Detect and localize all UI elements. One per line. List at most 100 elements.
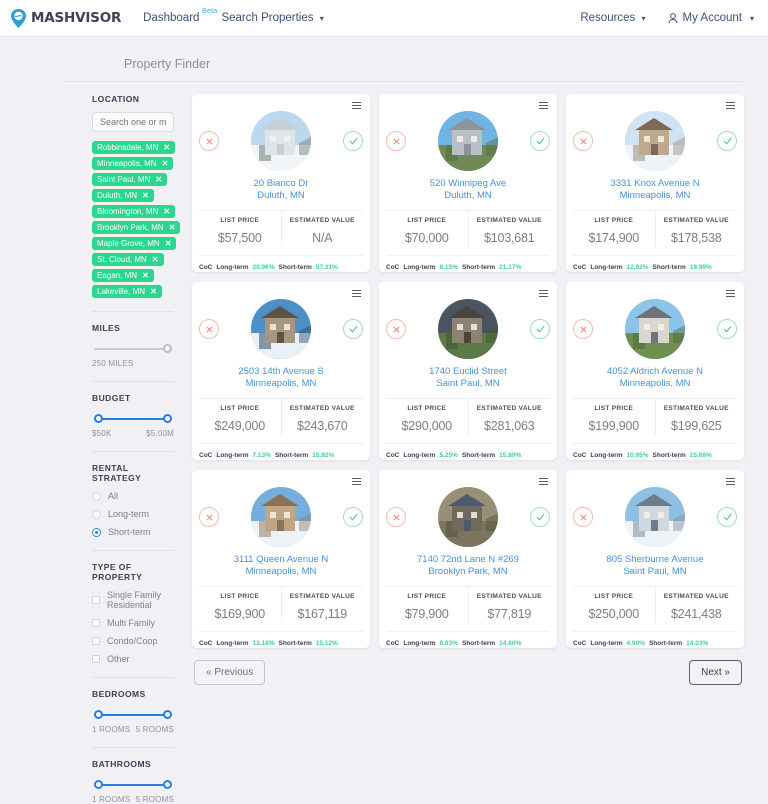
property-address[interactable]: 2503 14th Avenue S Minneapolis, MN	[199, 366, 363, 390]
property-address[interactable]: 805 Sherburne Avenue Saint Paul, MN	[573, 554, 737, 578]
checkbox[interactable]	[92, 619, 100, 627]
location-chip[interactable]: Lakeville, MN ✕	[92, 285, 162, 298]
bedrooms-slider-handle-max[interactable]	[163, 710, 172, 719]
hamburger-menu-icon[interactable]	[539, 290, 548, 299]
property-card[interactable]: 3111 Queen Avenue N Minneapolis, MN LIST P…	[192, 470, 370, 648]
reject-property-button[interactable]	[199, 507, 219, 527]
checkbox[interactable]	[92, 596, 100, 604]
brand-logo[interactable]: MASHVISOR	[10, 8, 121, 28]
nav-item-dashboard[interactable]: Dashboard Beta	[143, 6, 217, 24]
budget-slider-handle-max[interactable]	[163, 414, 172, 423]
property-card[interactable]: 805 Sherburne Avenue Saint Paul, MN LIST P…	[566, 470, 744, 648]
property-address[interactable]: 3331 Knox Avenue N Minneapolis, MN	[573, 178, 737, 202]
budget-slider-handle-min[interactable]	[94, 414, 103, 423]
accept-property-button[interactable]	[343, 507, 363, 527]
location-chip[interactable]: Saint Paul, MN ✕	[92, 173, 168, 186]
checkbox[interactable]	[92, 637, 100, 645]
hamburger-menu-icon[interactable]	[352, 478, 361, 487]
property-address[interactable]: 20 Bianco Dr Duluth, MN	[199, 178, 363, 202]
location-search-input[interactable]	[92, 112, 174, 132]
accept-property-button[interactable]	[343, 319, 363, 339]
location-chip[interactable]: Minneapolis, MN ✕	[92, 157, 174, 170]
hamburger-menu-icon[interactable]	[726, 290, 735, 299]
property-address[interactable]: 4052 Aldrich Avenue N Minneapolis, MN	[573, 366, 737, 390]
radio-button[interactable]	[92, 527, 101, 537]
location-chip[interactable]: St. Cloud, MN ✕	[92, 253, 164, 266]
location-chip[interactable]: Eagan, MN ✕	[92, 269, 154, 282]
property-thumbnail[interactable]	[251, 299, 311, 359]
property-type-option-other[interactable]: Other	[92, 654, 174, 664]
reject-property-button[interactable]	[386, 319, 406, 339]
bathrooms-slider-handle-min[interactable]	[94, 780, 103, 789]
accept-property-button[interactable]	[343, 131, 363, 151]
property-type-option-single-family-residential[interactable]: Single Family Residential	[92, 590, 174, 610]
bathrooms-slider[interactable]	[94, 779, 172, 791]
rental-strategy-option-short-term[interactable]: Short-term	[92, 527, 174, 537]
hamburger-menu-icon[interactable]	[539, 102, 548, 111]
chip-remove-icon[interactable]: ✕	[155, 175, 162, 184]
property-card[interactable]: 7140 72nd Lane N #269 Brooklyn Park, MN LI…	[379, 470, 557, 648]
property-type-option-multi-family[interactable]: Multi Family	[92, 618, 174, 628]
chip-remove-icon[interactable]: ✕	[163, 207, 170, 216]
property-card[interactable]: 3331 Knox Avenue N Minneapolis, MN LIST PR…	[566, 94, 744, 272]
hamburger-menu-icon[interactable]	[352, 290, 361, 299]
property-thumbnail[interactable]	[625, 111, 685, 171]
chip-remove-icon[interactable]: ✕	[169, 223, 176, 232]
budget-slider[interactable]	[94, 413, 172, 425]
miles-slider[interactable]	[94, 343, 172, 355]
property-address[interactable]: 3111 Queen Avenue N Minneapolis, MN	[199, 554, 363, 578]
chip-remove-icon[interactable]: ✕	[150, 287, 157, 296]
hamburger-menu-icon[interactable]	[726, 478, 735, 487]
bedrooms-slider[interactable]	[94, 709, 172, 721]
rental-strategy-option-all[interactable]: All	[92, 491, 174, 501]
accept-property-button[interactable]	[717, 319, 737, 339]
reject-property-button[interactable]	[573, 131, 593, 151]
property-card[interactable]: 4052 Aldrich Avenue N Minneapolis, MN LIST…	[566, 282, 744, 460]
reject-property-button[interactable]	[199, 131, 219, 151]
property-thumbnail[interactable]	[251, 111, 311, 171]
bathrooms-slider-handle-max[interactable]	[163, 780, 172, 789]
previous-page-button[interactable]: « Previous	[194, 660, 266, 685]
property-type-option-condo-coop[interactable]: Condo/Coop	[92, 636, 174, 646]
property-card[interactable]: 1740 Euclid Street Saint Paul, MN LIST PRI…	[379, 282, 557, 460]
property-thumbnail[interactable]	[438, 111, 498, 171]
property-thumbnail[interactable]	[251, 487, 311, 547]
nav-item-my-account[interactable]: My Account ▾	[668, 12, 754, 24]
location-chip[interactable]: Robbinsdale, MN ✕	[92, 141, 176, 154]
chip-remove-icon[interactable]: ✕	[152, 255, 159, 264]
accept-property-button[interactable]	[530, 507, 550, 527]
property-card[interactable]: 20 Bianco Dr Duluth, MN LIST PRICE $57,500 E…	[192, 94, 370, 272]
radio-button[interactable]	[92, 509, 101, 519]
accept-property-button[interactable]	[717, 131, 737, 151]
reject-property-button[interactable]	[573, 507, 593, 527]
chip-remove-icon[interactable]: ✕	[142, 191, 149, 200]
reject-property-button[interactable]	[573, 319, 593, 339]
chip-remove-icon[interactable]: ✕	[142, 271, 149, 280]
chip-remove-icon[interactable]: ✕	[163, 143, 170, 152]
property-address[interactable]: 520 Winnipeg Ave Duluth, MN	[386, 178, 550, 202]
checkbox[interactable]	[92, 655, 100, 663]
location-chip[interactable]: Duluth, MN ✕	[92, 189, 154, 202]
reject-property-button[interactable]	[386, 131, 406, 151]
accept-property-button[interactable]	[717, 507, 737, 527]
property-thumbnail[interactable]	[625, 299, 685, 359]
miles-slider-handle[interactable]	[163, 344, 172, 353]
accept-property-button[interactable]	[530, 131, 550, 151]
next-page-button[interactable]: Next »	[689, 660, 742, 685]
property-thumbnail[interactable]	[438, 299, 498, 359]
hamburger-menu-icon[interactable]	[352, 102, 361, 111]
location-chip[interactable]: Brooklyn Park, MN ✕	[92, 221, 181, 234]
property-card[interactable]: 520 Winnipeg Ave Duluth, MN LIST PRICE $70,…	[379, 94, 557, 272]
property-card[interactable]: 2503 14th Avenue S Minneapolis, MN LIST PR…	[192, 282, 370, 460]
reject-property-button[interactable]	[386, 507, 406, 527]
property-address[interactable]: 7140 72nd Lane N #269 Brooklyn Park, MN	[386, 554, 550, 578]
reject-property-button[interactable]	[199, 319, 219, 339]
bedrooms-slider-handle-min[interactable]	[94, 710, 103, 719]
radio-button[interactable]	[92, 491, 101, 501]
accept-property-button[interactable]	[530, 319, 550, 339]
chip-remove-icon[interactable]: ✕	[165, 239, 172, 248]
hamburger-menu-icon[interactable]	[539, 478, 548, 487]
property-thumbnail[interactable]	[438, 487, 498, 547]
location-chip[interactable]: Bloomington, MN ✕	[92, 205, 176, 218]
property-thumbnail[interactable]	[625, 487, 685, 547]
